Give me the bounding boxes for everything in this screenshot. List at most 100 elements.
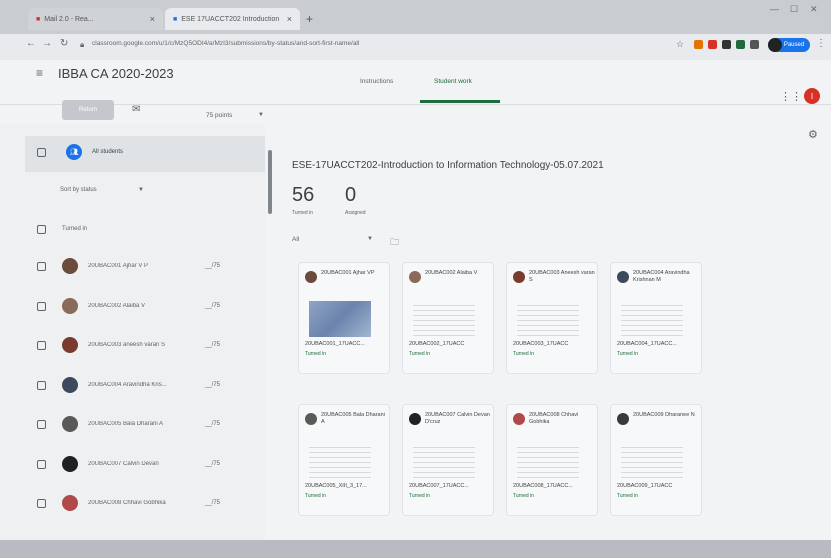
submission-card[interactable]: 20UBAC001 Ajhar VP 20UBAC001_17UACC... Tur…: [298, 262, 390, 374]
attachment-thumbnail[interactable]: [413, 443, 475, 479]
student-checkbox[interactable]: [37, 381, 46, 390]
close-window-icon[interactable]: ✕: [810, 4, 818, 15]
card-student-name: 20UBAC004 Aravindha Krishnan M: [633, 270, 690, 283]
grade-field[interactable]: __/75: [205, 303, 220, 309]
student-avatar: [305, 271, 317, 283]
account-avatar[interactable]: I: [804, 88, 820, 104]
grade-field[interactable]: __/75: [205, 421, 220, 427]
student-avatar: [513, 413, 525, 425]
student-avatar: [62, 495, 78, 511]
student-avatar: [62, 298, 78, 314]
profile-avatar: [768, 38, 782, 52]
attachment-filename[interactable]: 20UBAC004_17UACC...: [617, 341, 701, 347]
return-button[interactable]: Return: [62, 100, 114, 120]
tab-student-work[interactable]: Student work: [434, 78, 472, 85]
browser-tab-classroom[interactable]: ■ ESE 17UACCT202 Introduction ×: [165, 8, 300, 30]
attachment-filename[interactable]: 20UBAC002_17UACC: [409, 341, 493, 347]
chevron-down-icon[interactable]: ▼: [258, 112, 264, 118]
url-field[interactable]: classroom.google.com/u/1/c/MzQ5ODI4/a/Mz…: [92, 40, 572, 54]
assigned-label: Assigned: [345, 210, 366, 216]
submission-card[interactable]: 20UBAC007 Calvin Devan D'cruz 20UBAC007_1…: [402, 404, 494, 516]
grade-field[interactable]: __/75: [205, 461, 220, 467]
hamburger-menu-icon[interactable]: ≡: [36, 66, 43, 80]
reload-icon[interactable]: ↻: [60, 38, 68, 49]
attachment-thumbnail[interactable]: [621, 301, 683, 337]
student-checkbox[interactable]: [37, 420, 46, 429]
student-avatar: [62, 337, 78, 353]
student-checkbox[interactable]: [37, 302, 46, 311]
extension-icon[interactable]: [694, 40, 703, 49]
panel-scrollbar[interactable]: [268, 150, 272, 214]
assignment-title: ESE-17UACCT202-Introduction to Informati…: [292, 160, 604, 171]
extension-icon[interactable]: [736, 40, 745, 49]
attachment-thumbnail[interactable]: [517, 301, 579, 337]
submission-card[interactable]: 20UBAC004 Aravindha Krishnan M 20UBAC004_…: [610, 262, 702, 374]
select-all-checkbox[interactable]: [37, 148, 46, 157]
grade-field[interactable]: __/75: [205, 382, 220, 388]
new-tab-button[interactable]: +: [306, 12, 313, 26]
attachment-thumbnail[interactable]: [413, 301, 475, 337]
card-student-name: 20UBAC007 Calvin Devan D'cruz: [425, 412, 490, 425]
close-tab-icon[interactable]: ×: [287, 14, 292, 24]
student-name: 20UBAC007 Calvin Devan: [88, 461, 159, 467]
group-checkbox[interactable]: [37, 225, 46, 234]
submission-card[interactable]: 20UBAC005 Bala Dharani A 20UBAC005_XIII_3…: [298, 404, 390, 516]
email-icon[interactable]: ✉: [132, 104, 140, 115]
class-title[interactable]: IBBA CA 2020-2023: [58, 66, 174, 81]
chevron-down-icon[interactable]: ▼: [138, 187, 144, 193]
attachment-filename[interactable]: 20UBAC008_17UACC...: [513, 483, 597, 489]
submission-card[interactable]: 20UBAC003 Aneesh varan S 20UBAC003_17UACC…: [506, 262, 598, 374]
student-checkbox[interactable]: [37, 460, 46, 469]
attachment-filename[interactable]: 20UBAC001_17UACC...: [305, 341, 389, 347]
tab-instructions[interactable]: Instructions: [360, 78, 393, 85]
extension-icon[interactable]: [708, 40, 717, 49]
grade-field[interactable]: __/75: [205, 263, 220, 269]
student-avatar: [62, 377, 78, 393]
student-avatar: [62, 258, 78, 274]
bookmark-star-icon[interactable]: ☆: [676, 39, 684, 50]
back-icon[interactable]: ←: [26, 38, 36, 49]
submission-card[interactable]: 20UBAC009 Dharanee N 20UBAC009_17UACC Turn…: [610, 404, 702, 516]
browser-tab-mail[interactable]: ■ Mail 2.0 - Rea... ×: [28, 8, 163, 30]
attachment-filename[interactable]: 20UBAC007_17UACC...: [409, 483, 493, 489]
filter-select[interactable]: All: [292, 236, 299, 243]
status-label: Turned in: [617, 493, 638, 499]
student-checkbox[interactable]: [37, 262, 46, 271]
close-tab-icon[interactable]: ×: [150, 14, 155, 24]
browser-menu-icon[interactable]: ⋮: [816, 38, 826, 49]
extensions-puzzle-icon[interactable]: [750, 40, 759, 49]
attachment-filename[interactable]: 20UBAC005_XIII_3_17...: [305, 483, 389, 489]
card-student-name: 20UBAC003 Aneesh varan S: [529, 270, 595, 283]
grade-field[interactable]: __/75: [205, 342, 220, 348]
student-avatar: [62, 416, 78, 432]
attachment-thumbnail[interactable]: [621, 443, 683, 479]
chevron-down-icon[interactable]: ▼: [367, 236, 373, 242]
status-label: Turned in: [305, 351, 326, 357]
submission-card[interactable]: 20UBAC002 Alaiba V 20UBAC002_17UACC Turned…: [402, 262, 494, 374]
forward-icon[interactable]: →: [42, 38, 52, 49]
group-icon: 👥︎: [66, 144, 82, 160]
submission-card[interactable]: 20UBAC008 Chhavi Gobhika 20UBAC008_17UACC…: [506, 404, 598, 516]
student-avatar: [617, 271, 629, 283]
grade-field[interactable]: __/75: [205, 500, 220, 506]
attachment-thumbnail[interactable]: [517, 443, 579, 479]
extension-icon[interactable]: [722, 40, 731, 49]
folder-icon[interactable]: 🗀: [390, 235, 399, 251]
student-checkbox[interactable]: [37, 341, 46, 350]
attachment-thumbnail[interactable]: [309, 443, 371, 479]
sort-by-select[interactable]: Sort by status: [60, 187, 97, 193]
card-student-name: 20UBAC001 Ajhar VP: [321, 270, 375, 276]
attachment-filename[interactable]: 20UBAC009_17UACC: [617, 483, 701, 489]
all-students-row[interactable]: [25, 136, 265, 172]
points-select[interactable]: 75 points: [206, 112, 232, 119]
minimize-icon[interactable]: —: [770, 4, 779, 14]
maximize-icon[interactable]: ☐: [790, 4, 798, 15]
attachment-thumbnail[interactable]: [309, 301, 371, 337]
student-checkbox[interactable]: [37, 499, 46, 508]
student-name: 20UBAC002 Alaiba V: [88, 303, 146, 309]
card-student-name: 20UBAC002 Alaiba V: [425, 270, 478, 276]
status-label: Turned in: [513, 351, 534, 357]
student-name: 20UBAC003 aneesh varan S: [88, 342, 166, 348]
attachment-filename[interactable]: 20UBAC003_17UACC: [513, 341, 597, 347]
settings-gear-icon[interactable]: ⚙: [808, 128, 818, 141]
